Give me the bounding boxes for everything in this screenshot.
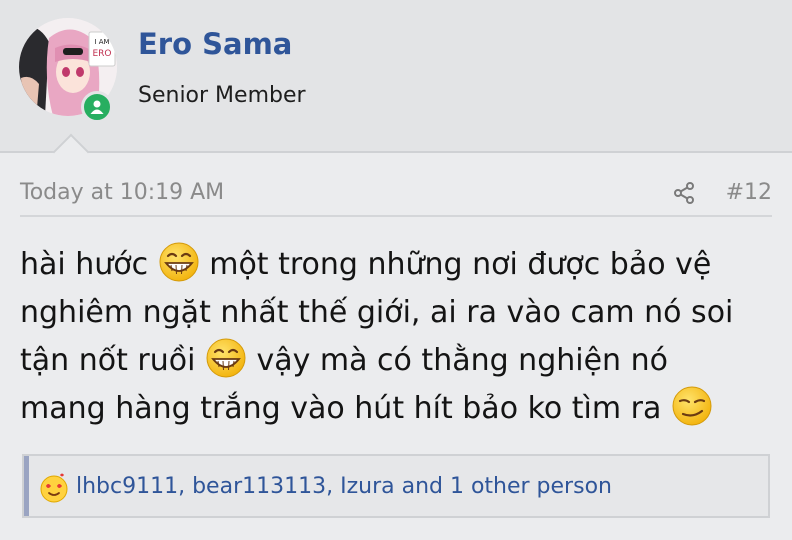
username-link[interactable]: Ero Sama [138, 27, 292, 61]
post-meta: Today at 10:19 AM #12 [20, 178, 772, 210]
divider [0, 151, 792, 153]
post-line: nghiêm ngặt nhất thế giới, ai ra vào cam… [20, 289, 780, 337]
online-status-badge [81, 91, 113, 123]
post-text: hài hước [20, 247, 158, 282]
user-title: Senior Member [138, 83, 306, 108]
post-text: vậy mà có thằng nghiện nó [246, 343, 668, 378]
love-reaction-icon [40, 473, 68, 503]
post-text: một trong những nơi được bảo vệ [199, 247, 712, 282]
post-text: tận nốt ruồi [20, 343, 205, 378]
post-header [0, 0, 792, 152]
post-line: hài hước một trong những nơi được bảo vệ [20, 241, 780, 289]
share-icon[interactable] [672, 181, 696, 205]
post-number-link[interactable]: #12 [726, 180, 772, 205]
post-line: mang hàng trắng vào hút hít bảo ko tìm r… [20, 385, 780, 433]
reactions-user-list[interactable]: lhbc9111, bear113113, Izura and 1 other … [76, 474, 612, 499]
post-body: hài hước một trong những nơi được bảo vệ… [20, 241, 780, 433]
post-timestamp[interactable]: Today at 10:19 AM [20, 180, 224, 205]
smirking-face-icon [672, 386, 712, 426]
post-text: mang hàng trắng vào hút hít bảo ko tìm r… [20, 391, 671, 426]
svg-text:I AM: I AM [94, 38, 109, 46]
user-icon [90, 100, 104, 114]
grinning-face-icon [159, 242, 199, 282]
reactions-accent-bar [24, 456, 29, 516]
svg-text:ERO: ERO [92, 49, 111, 59]
divider [20, 215, 772, 217]
post-text: nghiêm ngặt nhất thế giới, ai ra vào cam… [20, 295, 734, 330]
grinning-face-icon [206, 338, 246, 378]
post-line: tận nốt ruồi vậy mà có thằng nghiện nó [20, 337, 780, 385]
reactions-bar[interactable]: lhbc9111, bear113113, Izura and 1 other … [22, 454, 770, 518]
